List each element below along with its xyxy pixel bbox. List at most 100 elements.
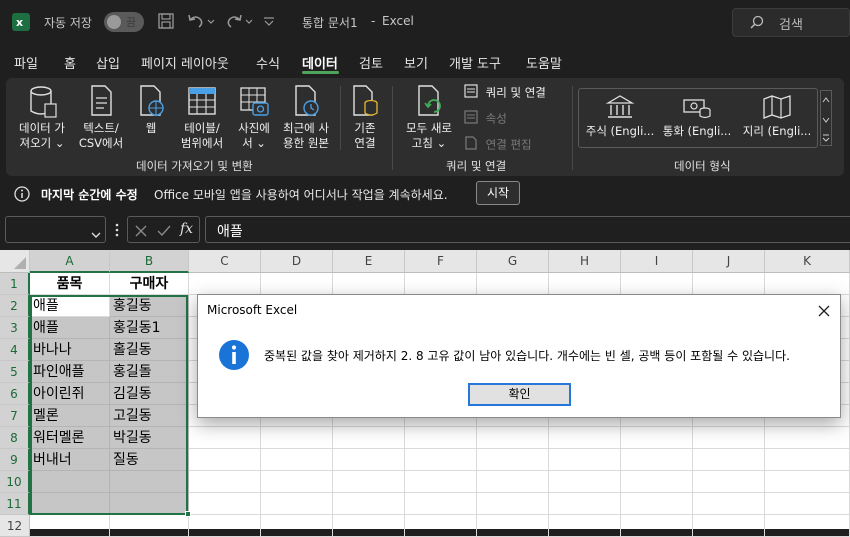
cell-b3[interactable]: 홍길동1 — [110, 317, 189, 339]
cell-a3[interactable]: 애플 — [30, 317, 110, 339]
properties-button[interactable]: 속성 — [464, 110, 507, 128]
start-button[interactable]: 시작 — [476, 181, 520, 205]
name-box[interactable] — [5, 216, 106, 243]
cell-b8[interactable]: 박길동 — [110, 427, 189, 449]
cell-c10[interactable] — [189, 471, 261, 493]
cell-k9[interactable] — [765, 449, 850, 471]
row-header-7[interactable]: 7 — [0, 405, 30, 427]
cell-f12[interactable] — [405, 515, 477, 537]
more-dots-icon[interactable] — [114, 222, 120, 242]
cell-i10[interactable] — [621, 471, 693, 493]
tab-file[interactable]: 파일 — [14, 53, 38, 72]
tab-insert[interactable]: 삽입 — [96, 53, 120, 72]
fill-handle[interactable] — [185, 511, 191, 517]
undo-icon[interactable] — [186, 12, 216, 34]
cancel-icon[interactable] — [134, 223, 148, 242]
column-header-i[interactable]: I — [621, 250, 693, 273]
cell-h10[interactable] — [549, 471, 621, 493]
cell-f11[interactable] — [405, 493, 477, 515]
refresh-all-button[interactable]: 모두 새로 고침 ⌄ — [400, 84, 458, 151]
cell-c9[interactable] — [189, 449, 261, 471]
cell-h8[interactable] — [549, 427, 621, 449]
queries-connections-button[interactable]: 쿼리 및 연결 — [464, 84, 546, 102]
from-web-button[interactable]: 웹 — [132, 84, 170, 136]
cell-e1[interactable] — [333, 273, 405, 295]
tab-review[interactable]: 검토 — [359, 53, 383, 72]
cell-k10[interactable] — [765, 471, 850, 493]
insert-function-button[interactable]: fx — [180, 221, 193, 237]
cell-d11[interactable] — [261, 493, 333, 515]
cell-j1[interactable] — [693, 273, 765, 295]
from-table-range-button[interactable]: 테이블/ 범위에서 — [174, 84, 230, 151]
cell-i1[interactable] — [621, 273, 693, 295]
cell-b11[interactable] — [110, 493, 189, 515]
cell-c12[interactable] — [189, 515, 261, 537]
column-header-j[interactable]: J — [693, 250, 765, 273]
cell-g12[interactable] — [477, 515, 549, 537]
cell-j8[interactable] — [693, 427, 765, 449]
tab-help[interactable]: 도움말 — [526, 53, 562, 72]
row-header-10[interactable]: 10 — [0, 471, 30, 493]
cell-b5[interactable]: 홍길돌 — [110, 361, 189, 383]
cell-a8[interactable]: 워터멜론 — [30, 427, 110, 449]
cell-b9[interactable]: 질동 — [110, 449, 189, 471]
cell-k8[interactable] — [765, 427, 850, 449]
cell-h1[interactable] — [549, 273, 621, 295]
cell-i8[interactable] — [621, 427, 693, 449]
cell-j12[interactable] — [693, 515, 765, 537]
cell-d1[interactable] — [261, 273, 333, 295]
row-header-2[interactable]: 2 — [0, 295, 30, 317]
cell-c11[interactable] — [189, 493, 261, 515]
cell-b1[interactable]: 구매자 — [110, 273, 189, 295]
cell-a12[interactable] — [30, 515, 110, 537]
cell-b6[interactable]: 김길동 — [110, 383, 189, 405]
cell-f1[interactable] — [405, 273, 477, 295]
get-data-button[interactable]: 데이터 가 져오기 ⌄ — [14, 84, 70, 151]
cell-d8[interactable] — [261, 427, 333, 449]
row-header-11[interactable]: 11 — [0, 493, 30, 515]
cell-d12[interactable] — [261, 515, 333, 537]
select-all-corner[interactable] — [0, 250, 30, 273]
cell-g11[interactable] — [477, 493, 549, 515]
tab-view[interactable]: 보기 — [404, 53, 428, 72]
column-header-b[interactable]: B — [110, 250, 189, 273]
cell-b7[interactable]: 고길동 — [110, 405, 189, 427]
cell-j9[interactable] — [693, 449, 765, 471]
cell-g1[interactable] — [477, 273, 549, 295]
cell-b2[interactable]: 홍길동 — [110, 295, 189, 317]
cell-h12[interactable] — [549, 515, 621, 537]
cell-h9[interactable] — [549, 449, 621, 471]
cell-i9[interactable] — [621, 449, 693, 471]
cell-e11[interactable] — [333, 493, 405, 515]
cell-a11[interactable] — [30, 493, 110, 515]
cell-g10[interactable] — [477, 471, 549, 493]
cell-e9[interactable] — [333, 449, 405, 471]
cell-e10[interactable] — [333, 471, 405, 493]
tab-formulas[interactable]: 수식 — [256, 53, 280, 72]
cell-b12[interactable] — [110, 515, 189, 537]
cell-g9[interactable] — [477, 449, 549, 471]
cell-a6[interactable]: 아이린쥐 — [30, 383, 110, 405]
tab-developer[interactable]: 개발 도구 — [449, 53, 501, 72]
ok-button[interactable]: 확인 — [468, 383, 571, 406]
row-header-9[interactable]: 9 — [0, 449, 30, 471]
cell-i12[interactable] — [621, 515, 693, 537]
cell-a2[interactable]: 애플 — [30, 295, 110, 317]
save-icon[interactable] — [157, 12, 175, 34]
redo-icon[interactable] — [224, 12, 254, 34]
search-box[interactable]: 검색 — [732, 8, 850, 37]
cell-j11[interactable] — [693, 493, 765, 515]
edit-links-button[interactable]: 연결 편집 — [464, 136, 532, 154]
column-header-h[interactable]: H — [549, 250, 621, 273]
cell-e12[interactable] — [333, 515, 405, 537]
cell-a1[interactable]: 품목 — [30, 273, 110, 295]
column-header-c[interactable]: C — [189, 250, 261, 273]
cell-f9[interactable] — [405, 449, 477, 471]
cell-c1[interactable] — [189, 273, 261, 295]
stocks-button[interactable]: 주식 (Engli... — [584, 94, 656, 139]
tab-page-layout[interactable]: 페이지 레이아웃 — [141, 53, 229, 72]
tab-home[interactable]: 홈 — [64, 53, 76, 72]
column-header-d[interactable]: D — [261, 250, 333, 273]
row-header-5[interactable]: 5 — [0, 361, 30, 383]
column-header-f[interactable]: F — [405, 250, 477, 273]
